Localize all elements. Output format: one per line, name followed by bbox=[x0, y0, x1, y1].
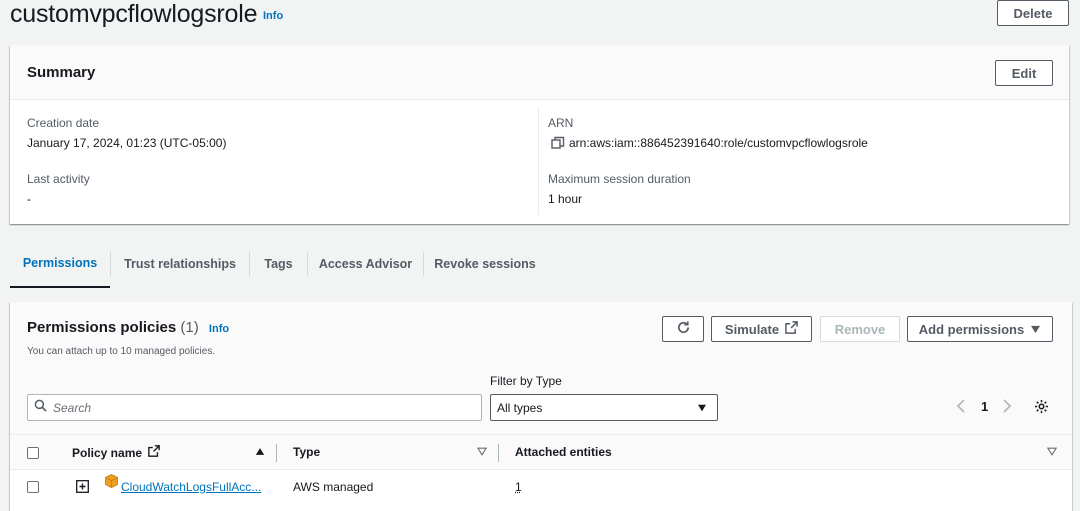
permissions-title-text: Permissions policies bbox=[27, 319, 177, 336]
tab-tags[interactable]: Tags bbox=[250, 240, 307, 288]
search-input[interactable] bbox=[53, 400, 473, 415]
column-attached-entities[interactable]: Attached entities bbox=[515, 445, 612, 459]
permissions-header: Permissions policies (1) Info You can at… bbox=[10, 302, 1072, 434]
permissions-count: (1) bbox=[180, 319, 199, 336]
summary-card: Summary Edit Creation date January 17, 2… bbox=[10, 45, 1069, 224]
max-session-label: Maximum session duration bbox=[548, 172, 691, 186]
copy-icon[interactable] bbox=[551, 136, 565, 155]
policy-icon bbox=[105, 474, 118, 493]
arn-value: arn:aws:iam::886452391640:role/customvpc… bbox=[569, 136, 868, 150]
add-permissions-label: Add permissions bbox=[918, 321, 1025, 337]
edit-button-label: Edit bbox=[1011, 65, 1037, 81]
previous-page-icon[interactable] bbox=[956, 399, 966, 416]
sort-icon[interactable] bbox=[1046, 447, 1058, 459]
permissions-info-link[interactable]: Info bbox=[209, 323, 229, 335]
simulate-button-label: Simulate bbox=[724, 321, 780, 337]
max-session-value: 1 hour bbox=[548, 192, 583, 206]
remove-button-label: Remove bbox=[834, 321, 886, 337]
table-header: Policy name Type Attached entities bbox=[10, 434, 1072, 470]
policy-type: AWS managed bbox=[293, 480, 374, 494]
column-policy-name-label: Policy name bbox=[72, 445, 143, 460]
last-activity-label: Last activity bbox=[27, 172, 90, 186]
type-filter-value: All types bbox=[497, 400, 543, 415]
title-info-link[interactable]: Info bbox=[263, 10, 283, 22]
select-all-checkbox[interactable] bbox=[27, 447, 39, 459]
search-field[interactable] bbox=[27, 394, 482, 421]
caret-down-icon bbox=[1030, 322, 1041, 337]
filter-by-type-label: Filter by Type bbox=[490, 374, 562, 388]
tab-revoke-sessions[interactable]: Revoke sessions bbox=[424, 240, 546, 288]
summary-title: Summary bbox=[27, 64, 96, 81]
column-type[interactable]: Type bbox=[293, 445, 320, 459]
summary-header: Summary Edit bbox=[10, 45, 1069, 100]
page-number[interactable]: 1 bbox=[981, 399, 988, 414]
sort-icon[interactable] bbox=[476, 447, 488, 459]
external-link-icon bbox=[785, 321, 798, 337]
edit-button[interactable]: Edit bbox=[995, 60, 1053, 86]
external-link-icon bbox=[148, 445, 160, 460]
last-activity-value: - bbox=[27, 192, 31, 206]
next-page-icon[interactable] bbox=[1002, 399, 1012, 416]
arn-label: ARN bbox=[548, 116, 574, 130]
refresh-button[interactable] bbox=[662, 316, 704, 342]
expand-icon[interactable] bbox=[76, 480, 89, 498]
remove-button[interactable]: Remove bbox=[820, 316, 900, 342]
column-separator bbox=[276, 444, 277, 462]
column-policy-name[interactable]: Policy name bbox=[72, 445, 160, 460]
delete-button[interactable]: Delete bbox=[997, 0, 1069, 26]
permissions-title: Permissions policies (1) Info bbox=[27, 319, 229, 336]
policy-name-link[interactable]: CloudWatchLogsFullAcc... bbox=[121, 480, 261, 494]
page-title: customvpcflowlogsrole bbox=[10, 0, 258, 28]
sort-ascending-icon[interactable] bbox=[255, 447, 265, 459]
tab-bar: Permissions Trust relationships Tags Acc… bbox=[10, 240, 1080, 288]
delete-button-label: Delete bbox=[1013, 5, 1053, 21]
settings-icon[interactable] bbox=[1034, 399, 1049, 417]
simulate-button[interactable]: Simulate bbox=[711, 316, 812, 342]
row-checkbox[interactable] bbox=[27, 481, 39, 493]
caret-down-icon bbox=[697, 401, 707, 415]
tab-trust-relationships[interactable]: Trust relationships bbox=[111, 240, 249, 288]
column-separator bbox=[498, 444, 499, 462]
column-attached-entities-label: Attached entities bbox=[515, 445, 612, 459]
tab-permissions[interactable]: Permissions bbox=[10, 240, 110, 288]
search-icon bbox=[34, 399, 47, 417]
summary-divider bbox=[538, 107, 539, 215]
attached-entities-count[interactable]: 1 bbox=[515, 480, 522, 494]
refresh-icon bbox=[676, 320, 691, 338]
column-type-label: Type bbox=[293, 445, 321, 459]
add-permissions-button[interactable]: Add permissions bbox=[907, 316, 1053, 342]
type-filter-select[interactable]: All types bbox=[490, 394, 718, 421]
tab-access-advisor[interactable]: Access Advisor bbox=[308, 240, 423, 288]
permissions-card: Permissions policies (1) Info You can at… bbox=[10, 302, 1072, 511]
table-row[interactable]: CloudWatchLogsFullAcc... AWS managed 1 bbox=[10, 470, 1072, 504]
creation-date-label: Creation date bbox=[27, 116, 100, 130]
permissions-description: You can attach up to 10 managed policies… bbox=[27, 346, 216, 357]
creation-date-value: January 17, 2024, 01:23 (UTC-05:00) bbox=[27, 136, 227, 150]
